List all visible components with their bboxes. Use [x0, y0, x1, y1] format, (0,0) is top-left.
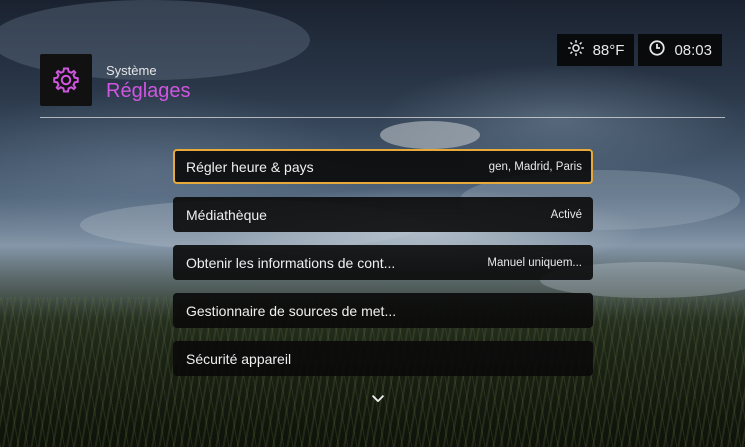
menu-item-label: Sécurité appareil — [186, 350, 292, 367]
clock-status: 08:03 — [638, 34, 722, 66]
menu-item-device-security[interactable]: Sécurité appareil — [173, 341, 593, 376]
menu-item-label: Régler heure & pays — [186, 158, 314, 175]
header-divider — [40, 117, 725, 118]
sun-icon — [567, 39, 585, 61]
menu-item-value: Activé — [550, 208, 582, 221]
menu-item-time-country[interactable]: Régler heure & pays gen, Madrid, Paris — [173, 149, 593, 184]
weather-status: 88°F — [556, 34, 635, 66]
gear-icon — [40, 54, 92, 106]
menu-item-content-info[interactable]: Obtenir les informations de cont... Manu… — [173, 245, 593, 280]
section-subtitle: Système — [106, 63, 157, 78]
menu-item-label: Gestionnaire de sources de met... — [186, 302, 397, 319]
chevron-down-icon[interactable] — [368, 392, 388, 406]
settings-menu: Régler heure & pays gen, Madrid, Paris M… — [173, 149, 593, 389]
menu-item-metadata-sources[interactable]: Gestionnaire de sources de met... — [173, 293, 593, 328]
status-bar: 88°F 08:03 — [556, 34, 722, 66]
clock-icon — [648, 39, 666, 61]
menu-item-label: Médiathèque — [186, 206, 267, 223]
menu-item-media-library[interactable]: Médiathèque Activé — [173, 197, 593, 232]
menu-item-value: Manuel uniquem... — [487, 256, 582, 269]
time-value: 08:03 — [674, 41, 712, 59]
menu-item-value: gen, Madrid, Paris — [488, 160, 582, 173]
temperature-value: 88°F — [592, 41, 625, 59]
menu-item-label: Obtenir les informations de cont... — [186, 254, 396, 271]
page-title: Réglages — [106, 80, 191, 102]
